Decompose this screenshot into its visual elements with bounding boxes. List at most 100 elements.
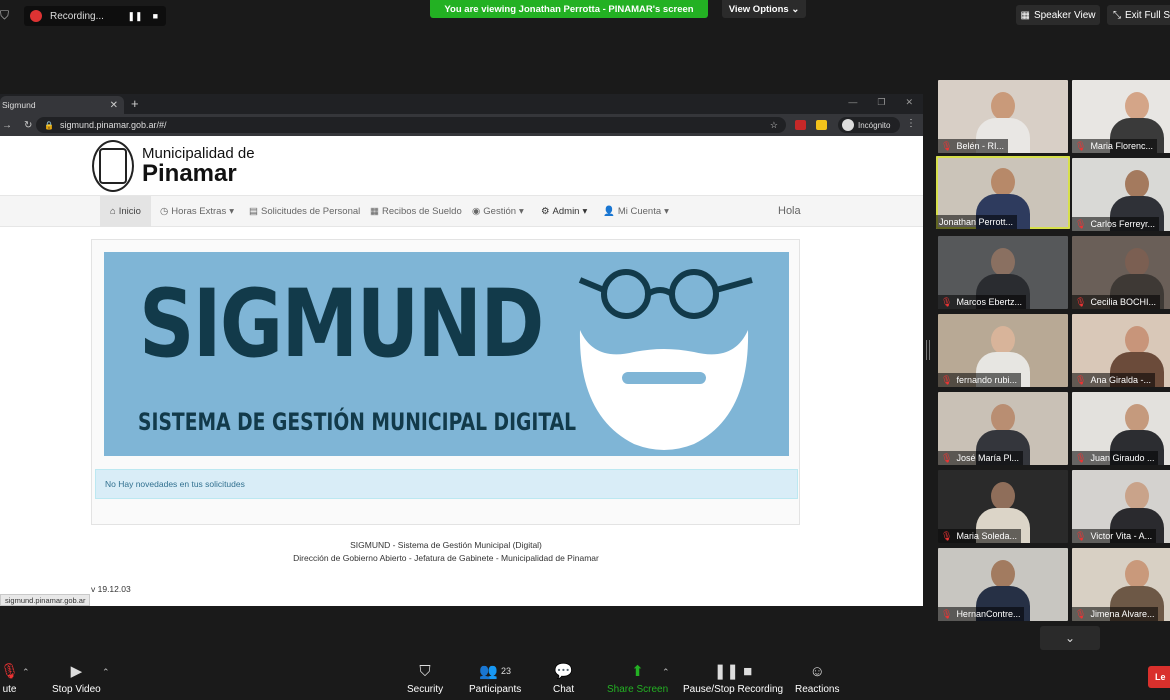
participant-tile[interactable]: 🎙 Victor Vita - A... bbox=[1072, 470, 1170, 543]
participant-tile[interactable]: 🎙 Ana Giralda -... bbox=[1072, 314, 1170, 387]
lock-icon: 🔒 bbox=[44, 120, 54, 130]
pause-recording-icon[interactable]: ❚❚ bbox=[127, 11, 142, 22]
incognito-indicator[interactable]: Incógnito bbox=[838, 117, 900, 133]
muted-mic-icon: 🎙 bbox=[1075, 608, 1087, 619]
stop-recording-icon[interactable]: ■ bbox=[153, 11, 158, 22]
nav-solicitudes[interactable]: ▤ Solicitudes de Personal bbox=[249, 196, 360, 227]
participant-tile[interactable]: 🎙 Maria Florenc... bbox=[1072, 80, 1170, 153]
view-options-button[interactable]: View Options ⌄ bbox=[722, 0, 806, 18]
minimize-icon[interactable]: — bbox=[848, 97, 857, 108]
tab-title: Sigmund bbox=[2, 100, 36, 110]
muted-mic-icon: 🎙 bbox=[941, 530, 953, 541]
site-navbar: ⌂ Inicio ◷ Horas Extras ▾ ▤ Solicitudes … bbox=[0, 195, 923, 227]
participant-name: Ana Giralda -... bbox=[1090, 375, 1151, 385]
view-options-label: View Options bbox=[728, 3, 789, 15]
nav-mi-cuenta[interactable]: 👤 Mi Cuenta ▾ bbox=[603, 196, 669, 227]
audio-options-caret-icon[interactable]: ⌃ bbox=[22, 667, 30, 678]
close-tab-icon[interactable]: ✕ bbox=[110, 100, 118, 111]
restore-icon[interactable]: ❐ bbox=[877, 97, 885, 108]
participant-tile[interactable]: 🎙 Juan Giraudo ... bbox=[1072, 392, 1170, 465]
nav-horas-extras-label: Horas Extras bbox=[171, 206, 227, 217]
participant-tile[interactable]: 🎙 Carlos Ferreyr... bbox=[1072, 158, 1170, 231]
gallery-next-page-button[interactable]: ⌄ bbox=[1040, 626, 1100, 650]
incognito-label: Incógnito bbox=[858, 120, 891, 130]
nav-admin[interactable]: ⚙ Admin ▾ bbox=[541, 196, 587, 227]
url-field[interactable]: 🔒 sigmund.pinamar.gob.ar/#/ ☆ bbox=[36, 117, 786, 133]
reload-icon[interactable]: ↻ bbox=[24, 120, 32, 131]
zoom-window: ⛉ Recording... ❚❚ ■ You are viewing Jona… bbox=[0, 0, 1170, 700]
mute-label: ute bbox=[2, 684, 17, 695]
new-tab-icon[interactable]: + bbox=[131, 96, 139, 111]
participant-tile[interactable]: 🎙 fernando rubi... bbox=[938, 314, 1068, 387]
muted-mic-icon: 🎙 bbox=[941, 608, 953, 619]
pause-recording-label: Pause/Stop Recording bbox=[683, 684, 784, 695]
participant-name: Jonathan Perrott... bbox=[939, 217, 1014, 227]
home-icon: ⌂ bbox=[110, 206, 116, 217]
participant-tile[interactable]: 🎙 Jimena Alvare... bbox=[1072, 548, 1170, 621]
shared-browser-window: Sigmund ✕ + — ❐ ✕ → ↻ 🔒 sigmund.pinamar.… bbox=[0, 94, 923, 606]
mute-button[interactable]: 🎙 ute bbox=[0, 662, 19, 695]
nav-recibos[interactable]: ▦ Recibos de Sueldo bbox=[370, 196, 462, 227]
participant-tile[interactable]: 🎙 Marcos Ebertz... bbox=[938, 236, 1068, 309]
recording-cloud-icon bbox=[30, 10, 42, 22]
forward-icon[interactable]: → bbox=[2, 120, 12, 131]
participant-name: Carlos Ferreyr... bbox=[1090, 219, 1155, 229]
participant-name: José María Pl... bbox=[956, 453, 1019, 463]
gestion-circle-icon: ◉ bbox=[472, 206, 481, 217]
status-url: sigmund.pinamar.gob.ar bbox=[0, 594, 91, 606]
exit-fullscreen-label: Exit Full S bbox=[1125, 9, 1170, 21]
participants-count: 23 bbox=[500, 666, 511, 676]
banner-subtitle: SISTEMA DE GESTIÓN MUNICIPAL DIGITAL bbox=[138, 408, 577, 436]
participant-tile[interactable]: 🎙 HernanContre... bbox=[938, 548, 1068, 621]
security-button[interactable]: ⛉ Security bbox=[407, 662, 443, 696]
mic-off-icon: 🎙 bbox=[0, 663, 20, 680]
participants-button[interactable]: 👥 23 Participants bbox=[469, 662, 521, 695]
reactions-button[interactable]: ☺ Reactions bbox=[795, 662, 839, 696]
browser-tabbar: Sigmund ✕ + — ❐ ✕ bbox=[0, 94, 923, 114]
participant-name: HernanContre... bbox=[956, 609, 1021, 619]
participant-tile[interactable]: 🎙 José María Pl... bbox=[938, 392, 1068, 465]
stop-video-label: Stop Video bbox=[52, 684, 101, 695]
muted-mic-icon: 🎙 bbox=[941, 374, 953, 385]
stop-video-button[interactable]: ▶ Stop Video bbox=[52, 662, 101, 695]
muted-mic-icon: 🎙 bbox=[941, 452, 953, 463]
exit-fullscreen-button[interactable]: ⤡ Exit Full S bbox=[1107, 5, 1170, 25]
security-shield-icon[interactable]: ⛉ bbox=[0, 8, 14, 24]
nav-gestion[interactable]: ◉ Gestión ▾ bbox=[472, 196, 524, 227]
nav-solicitudes-label: Solicitudes de Personal bbox=[260, 206, 361, 217]
participant-tile[interactable]: 🎙 Belén - RI... bbox=[938, 80, 1068, 153]
caret-down-icon: ▾ bbox=[582, 206, 588, 217]
close-window-icon[interactable]: ✕ bbox=[905, 97, 913, 108]
video-options-caret-icon[interactable]: ⌃ bbox=[102, 667, 110, 678]
greeting: Hola bbox=[778, 205, 801, 217]
participant-tile[interactable]: 🎙 Maria Soleda... bbox=[938, 470, 1068, 543]
speaker-view-button[interactable]: ▦ Speaker View bbox=[1016, 5, 1100, 25]
user-icon: 👤 bbox=[603, 206, 615, 217]
share-options-caret-icon[interactable]: ⌃ bbox=[662, 667, 670, 678]
notes-extension-icon[interactable] bbox=[816, 120, 827, 130]
nav-mi-cuenta-label: Mi Cuenta bbox=[617, 206, 662, 217]
resize-handle[interactable] bbox=[926, 340, 930, 360]
url-text: sigmund.pinamar.gob.ar/#/ bbox=[59, 120, 167, 130]
leave-button[interactable]: Le bbox=[1148, 666, 1170, 688]
share-screen-label: Share Screen bbox=[607, 684, 669, 695]
site-logo[interactable]: Municipalidad de Pinamar bbox=[92, 140, 255, 192]
nav-gestion-label: Gestión bbox=[483, 206, 517, 217]
nav-inicio[interactable]: ⌂ Inicio bbox=[100, 196, 151, 227]
participant-name: Maria Soleda... bbox=[956, 531, 1017, 541]
pause-stop-recording-button[interactable]: ❚❚ ■ Pause/Stop Recording bbox=[683, 662, 783, 695]
share-screen-button[interactable]: ⬆ Share Screen bbox=[607, 662, 668, 695]
extension-icon[interactable] bbox=[795, 120, 806, 130]
browser-menu-icon[interactable]: ⋮ bbox=[906, 118, 916, 129]
bookmark-star-icon[interactable]: ☆ bbox=[770, 120, 778, 131]
nav-horas-extras[interactable]: ◷ Horas Extras ▾ bbox=[160, 196, 234, 227]
chat-button[interactable]: 💬 Chat bbox=[553, 662, 574, 695]
notice-alert: No Hay novedades en tus solicitudes bbox=[95, 469, 798, 499]
participant-tile[interactable]: 🎙 Cecilia BOCHI... bbox=[1072, 236, 1170, 309]
chat-label: Chat bbox=[553, 684, 575, 695]
cog-icon: ⚙ bbox=[541, 206, 550, 217]
muted-mic-icon: 🎙 bbox=[941, 296, 953, 307]
participant-tile-active-speaker[interactable]: Jonathan Perrott... bbox=[936, 156, 1070, 229]
browser-tab[interactable]: Sigmund ✕ bbox=[0, 96, 124, 114]
pause-stop-icon: ❚❚ ■ bbox=[713, 663, 753, 680]
